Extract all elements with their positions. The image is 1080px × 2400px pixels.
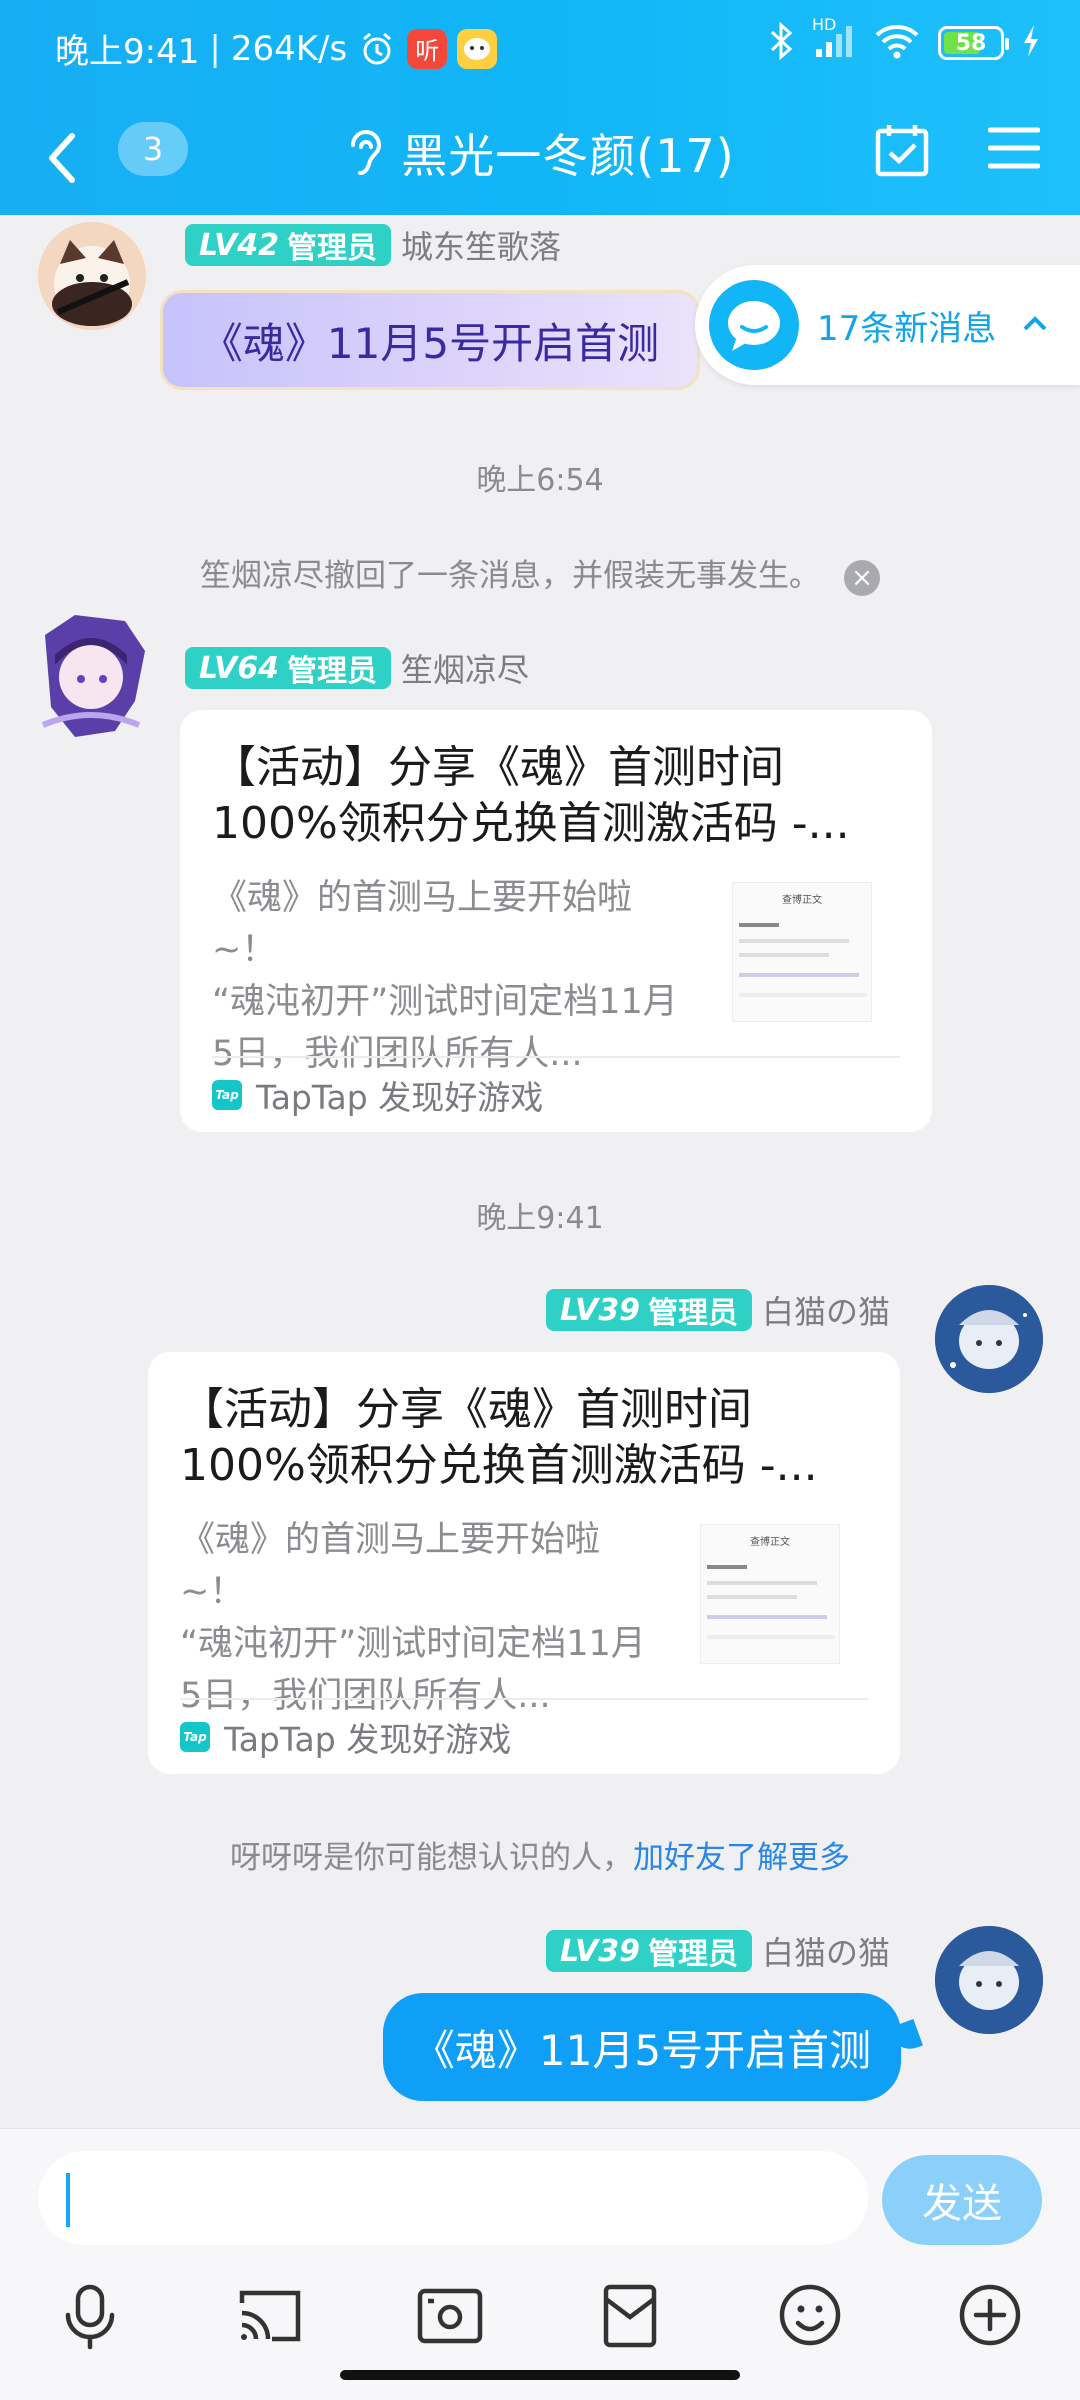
bluetooth-icon (768, 21, 794, 64)
text-caret (66, 2173, 70, 2227)
card-thumbnail: 查博正文 (700, 1524, 840, 1664)
wifi-icon (874, 23, 920, 63)
chevron-up-icon (1022, 314, 1048, 336)
sender-meta: LV42 管理员 城东笙歌落 (185, 222, 561, 268)
taptap-icon: Tap (212, 1080, 242, 1110)
nav-bar: 3 黑光一冬颜(17) (0, 100, 1080, 215)
photo-icon[interactable] (414, 2279, 486, 2351)
card-title: 【活动】分享《魂》首测时间 100%领积分兑换首测激活码 -... (180, 1384, 818, 1491)
card-thumbnail: 查博正文 (732, 882, 872, 1022)
new-messages-button[interactable]: 17条新消息 (695, 265, 1080, 385)
ear-icon[interactable] (345, 125, 385, 181)
avatar[interactable] (25, 605, 157, 747)
network-label: HD (812, 15, 837, 34)
close-icon[interactable]: × (844, 559, 880, 596)
message-bubble[interactable]: 《魂》11月5号开启首测 (383, 1993, 901, 2101)
timestamp: 晚上9:41 (476, 1201, 604, 1236)
red-packet-icon[interactable] (594, 2279, 666, 2351)
avatar[interactable] (935, 1285, 1043, 1393)
alarm-icon (357, 29, 397, 69)
card-source: Tap TapTap 发现好游戏 (212, 1056, 900, 1132)
sender-meta: LV39 管理员 白猫の猫 (546, 1928, 890, 1974)
cat-avatar (38, 222, 146, 330)
radio-app-icon: 听 (407, 28, 448, 69)
emoji-icon[interactable] (774, 2279, 846, 2351)
level-badge: LV42 管理员 (185, 224, 391, 266)
cast-icon[interactable] (234, 2279, 306, 2351)
sender-name[interactable]: 白猫の猫 (762, 1287, 890, 1333)
input-toolbar (0, 2279, 1080, 2369)
input-bar: 发送 (0, 2128, 1080, 2400)
home-indicator[interactable] (340, 2370, 740, 2380)
card-title: 【活动】分享《魂》首测时间 100%领积分兑换首测激活码 -... (212, 742, 850, 849)
white-cat-avatar (935, 1285, 1043, 1393)
avatar[interactable] (38, 222, 146, 330)
friend-recommendation: 呀呀呀是你可能想认识的人，加好友了解更多 (230, 1840, 850, 1876)
anime-girl-avatar (41, 615, 145, 737)
status-time: 晚上9:41 (55, 32, 200, 72)
page-title: 黑光一冬颜(17) (401, 129, 735, 183)
message-input[interactable] (38, 2151, 868, 2245)
white-cat-avatar (935, 1926, 1043, 2034)
new-messages-label: 17条新消息 (817, 308, 997, 349)
chat-app-icon (457, 28, 498, 69)
level-badge: LV39 管理员 (546, 1930, 752, 1972)
sender-meta: LV39 管理员 白猫の猫 (546, 1287, 890, 1333)
signal-icon: HD (812, 15, 856, 63)
sender-name[interactable]: 笙烟凉尽 (401, 645, 529, 691)
add-friend-link[interactable]: 加好友了解更多 (633, 1840, 850, 1876)
level-badge: LV64 管理员 (185, 647, 391, 689)
calendar-button[interactable] (874, 122, 930, 178)
link-card[interactable]: 【活动】分享《魂》首测时间 100%领积分兑换首测激活码 -... 《魂》的首测马… (148, 1352, 900, 1774)
level-badge: LV39 管理员 (546, 1289, 752, 1331)
timestamp: 晚上6:54 (476, 463, 604, 498)
charging-icon (1022, 24, 1040, 62)
status-bar: 晚上9:41 | 264K/s 听 HD 58 (0, 0, 1080, 100)
card-description: 《魂》的首测马上要开始啦~！ “魂沌初开”测试时间定档11月 5日，我们团队所有人.… (180, 1520, 646, 1716)
sender-meta: LV64 管理员 笙烟凉尽 (185, 645, 529, 691)
microphone-icon[interactable] (54, 2279, 126, 2351)
menu-button[interactable] (987, 124, 1041, 172)
send-button[interactable]: 发送 (882, 2155, 1042, 2245)
battery-icon: 58 (938, 26, 1009, 60)
sender-name[interactable]: 白猫の猫 (762, 1928, 890, 1974)
system-message: 笙烟凉尽撤回了一条消息，并假装无事发生。 × (0, 550, 1080, 596)
taptap-icon: Tap (180, 1722, 210, 1752)
sender-name[interactable]: 城东笙歌落 (401, 222, 561, 268)
header-bar: 晚上9:41 | 264K/s 听 HD 58 3 黑光一冬颜(17) (0, 0, 1080, 215)
message-bubble-icon (709, 280, 799, 370)
card-source: Tap TapTap 发现好游戏 (180, 1698, 868, 1774)
menu-icon (987, 127, 1041, 169)
network-speed: 264K/s (230, 28, 348, 69)
pinned-ticker[interactable]: 《魂》11月5号开启首测 (160, 290, 700, 390)
calendar-check-icon (875, 125, 929, 177)
link-card[interactable]: 【活动】分享《魂》首测时间 100%领积分兑换首测激活码 -... 《魂》的首测马… (180, 710, 932, 1132)
plus-icon[interactable] (954, 2279, 1026, 2351)
card-description: 《魂》的首测马上要开始啦~！ “魂沌初开”测试时间定档11月 5日，我们团队所有人.… (212, 878, 678, 1074)
avatar[interactable] (935, 1926, 1043, 2034)
